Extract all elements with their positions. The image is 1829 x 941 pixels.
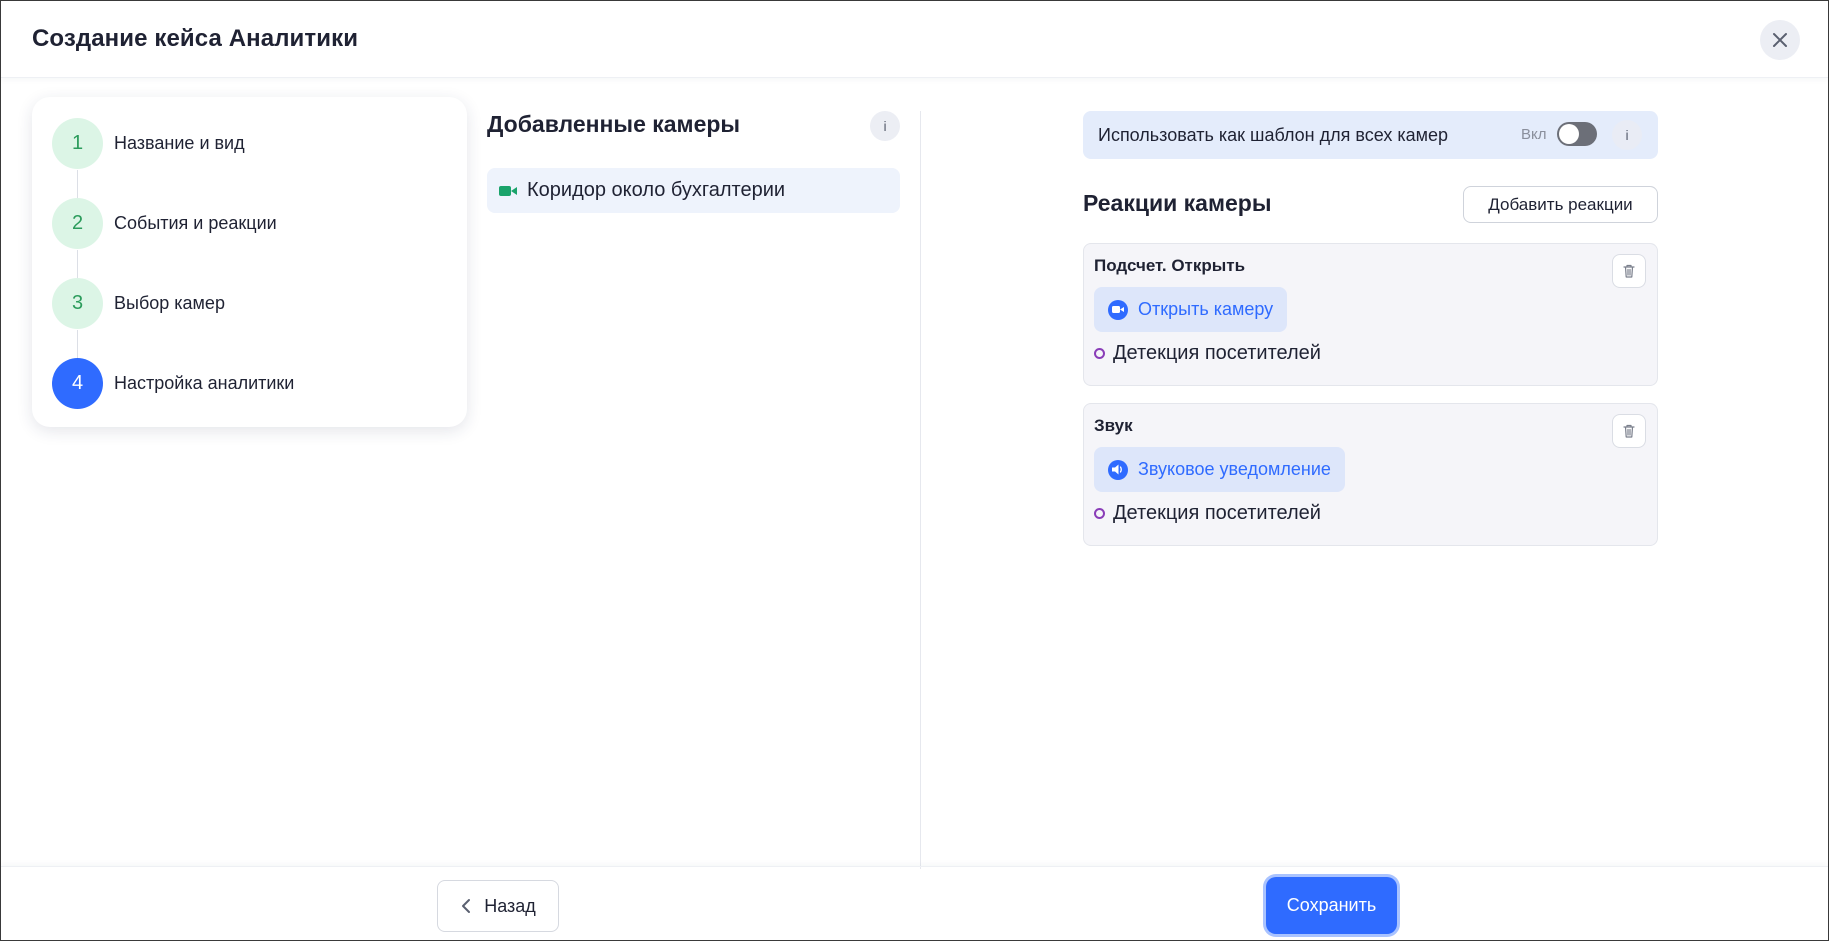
event-label: Детекция посетителей <box>1113 502 1321 524</box>
speaker-icon <box>1108 459 1128 480</box>
back-button[interactable]: Назад <box>437 880 559 932</box>
step-connector <box>77 250 78 278</box>
step-label: События и реакции <box>114 212 277 233</box>
step-number: 3 <box>52 277 103 329</box>
toggle-state-label: Вкл <box>1521 126 1547 143</box>
reaction-name: Звук <box>1094 416 1133 435</box>
step-number: 1 <box>52 117 103 169</box>
close-icon <box>1773 33 1787 47</box>
trash-icon <box>1623 424 1635 438</box>
reaction-action-chip[interactable]: Звуковое уведомление <box>1094 447 1345 492</box>
step-label: Настройка аналитики <box>114 372 295 393</box>
add-reactions-button[interactable]: Добавить реакции <box>1463 186 1658 223</box>
step-label: Название и вид <box>114 132 245 153</box>
camera-list-item[interactable]: Коридор около бухгалтерии <box>487 168 900 213</box>
event-dot-icon <box>1094 348 1105 359</box>
chevron-left-icon <box>462 899 471 913</box>
camera-reactions-title: Реакции камеры <box>1083 190 1272 216</box>
close-button[interactable] <box>1760 20 1800 60</box>
action-label: Звуковое уведомление <box>1138 459 1331 479</box>
event-dot-icon <box>1094 508 1105 519</box>
action-label: Открыть камеру <box>1138 299 1274 319</box>
video-camera-icon <box>1108 299 1128 320</box>
modal-window: Создание кейса Аналитики 1 Название и ви… <box>0 0 1829 941</box>
added-cameras-title: Добавленные камеры <box>487 111 741 137</box>
cameras-info-button[interactable]: i <box>870 111 900 141</box>
step-4[interactable]: 4 Настройка аналитики <box>52 357 294 409</box>
modal-footer <box>1 866 1828 941</box>
back-label: Назад <box>484 895 536 916</box>
step-label: Выбор камер <box>114 292 225 313</box>
video-camera-icon <box>499 185 517 196</box>
info-icon: i <box>1625 127 1629 143</box>
event-label: Детекция посетителей <box>1113 342 1321 364</box>
template-label: Использовать как шаблон для всех камер <box>1098 125 1449 145</box>
reaction-card: Звук Звуковое уведомление Детекция посет… <box>1083 403 1658 546</box>
column-divider <box>920 111 921 869</box>
template-toggle[interactable] <box>1557 122 1597 146</box>
modal-header: Создание кейса Аналитики <box>1 1 1828 78</box>
reaction-event: Детекция посетителей <box>1094 502 1321 525</box>
step-connector <box>77 170 78 198</box>
step-number: 2 <box>52 197 103 249</box>
step-1[interactable]: 1 Название и вид <box>52 117 245 169</box>
reaction-action-chip[interactable]: Открыть камеру <box>1094 287 1288 332</box>
template-option: Использовать как шаблон для всех камер В… <box>1083 111 1658 159</box>
delete-reaction-button[interactable] <box>1612 414 1646 448</box>
reaction-name: Подсчет. Открыть <box>1094 256 1246 275</box>
save-button[interactable]: Сохранить <box>1266 877 1397 934</box>
step-2[interactable]: 2 События и реакции <box>52 197 277 249</box>
modal-title: Создание кейса Аналитики <box>32 25 359 52</box>
camera-name: Коридор около бухгалтерии <box>527 179 786 201</box>
info-icon: i <box>883 118 887 134</box>
step-3[interactable]: 3 Выбор камер <box>52 277 225 329</box>
reaction-event: Детекция посетителей <box>1094 342 1321 365</box>
delete-reaction-button[interactable] <box>1612 254 1646 288</box>
toggle-knob <box>1559 124 1579 144</box>
template-info-button[interactable]: i <box>1612 120 1642 150</box>
step-connector <box>77 330 78 358</box>
reaction-card: Подсчет. Открыть Открыть камеру Детекция… <box>1083 243 1658 386</box>
step-number: 4 <box>52 357 103 409</box>
trash-icon <box>1623 264 1635 278</box>
stepper-card: 1 Название и вид 2 События и реакции 3 В… <box>32 97 467 427</box>
